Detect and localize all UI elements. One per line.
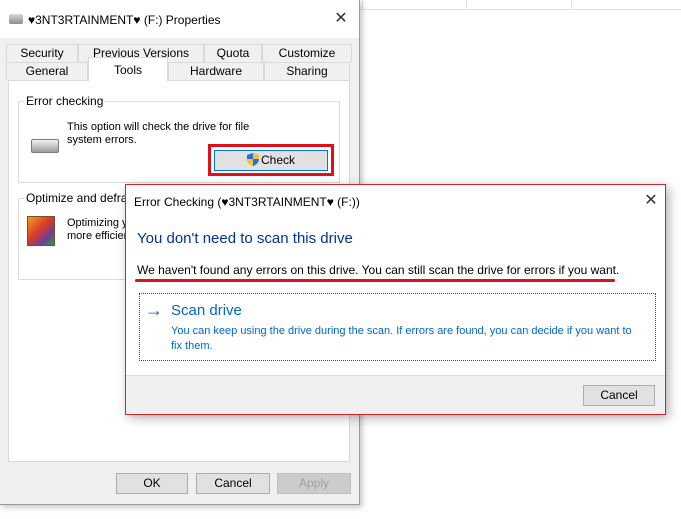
error-checking-dialog: Error Checking (♥3NT3RTAINMENT♥ (F:)) ✕ … [125, 184, 666, 415]
close-icon[interactable]: ✕ [330, 8, 352, 30]
arrow-right-icon: → [145, 300, 163, 320]
background-divider [362, 0, 363, 10]
hard-drive-icon [31, 139, 59, 153]
tab-general[interactable]: General [6, 62, 88, 80]
background-divider [571, 0, 572, 10]
apply-button[interactable]: Apply [277, 473, 351, 494]
defrag-icon [27, 216, 55, 246]
drive-title-icon [9, 14, 23, 24]
properties-titlebar[interactable]: ♥3NT3RTAINMENT♥ (F:) Properties ✕ [0, 0, 359, 38]
dialog-footer: Cancel [126, 375, 665, 414]
optimize-description-line2: more efficien [67, 230, 130, 242]
error-checking-description-line1: This option will check the drive for fil… [67, 121, 250, 133]
check-button-label: Check [260, 153, 295, 167]
ok-button[interactable]: OK [116, 473, 188, 494]
check-button[interactable]: Check [214, 150, 328, 171]
tab-security[interactable]: Security [6, 44, 78, 62]
tab-quota[interactable]: Quota [204, 44, 262, 62]
dialog-title: Error Checking (♥3NT3RTAINMENT♥ (F:)) [134, 195, 360, 209]
error-checking-description-line2: system errors. [67, 134, 137, 146]
scan-drive-description: You can keep using the drive during the … [171, 325, 632, 352]
dialog-heading: You don't need to scan this drive [137, 230, 353, 247]
properties-title: ♥3NT3RTAINMENT♥ (F:) Properties [28, 13, 221, 27]
scan-drive-title: Scan drive [171, 302, 242, 319]
error-checking-label: Error checking [24, 94, 106, 108]
scan-drive-option[interactable]: → Scan drive You can keep using the driv… [139, 293, 656, 361]
uac-shield-icon [246, 153, 259, 166]
tab-tools[interactable]: Tools [88, 57, 168, 81]
tab-sharing[interactable]: Sharing [264, 62, 350, 80]
dialog-cancel-button[interactable]: Cancel [583, 385, 655, 406]
background-divider [466, 0, 467, 10]
tab-hardware[interactable]: Hardware [168, 62, 264, 80]
close-icon[interactable]: ✕ [641, 191, 661, 211]
description-underline-highlight [135, 279, 615, 282]
cancel-button[interactable]: Cancel [196, 473, 270, 494]
background-divider [360, 9, 681, 10]
optimize-description-line1: Optimizing yo [67, 217, 134, 229]
tab-customize[interactable]: Customize [262, 44, 352, 62]
dialog-description: We haven't found any errors on this driv… [137, 263, 620, 277]
